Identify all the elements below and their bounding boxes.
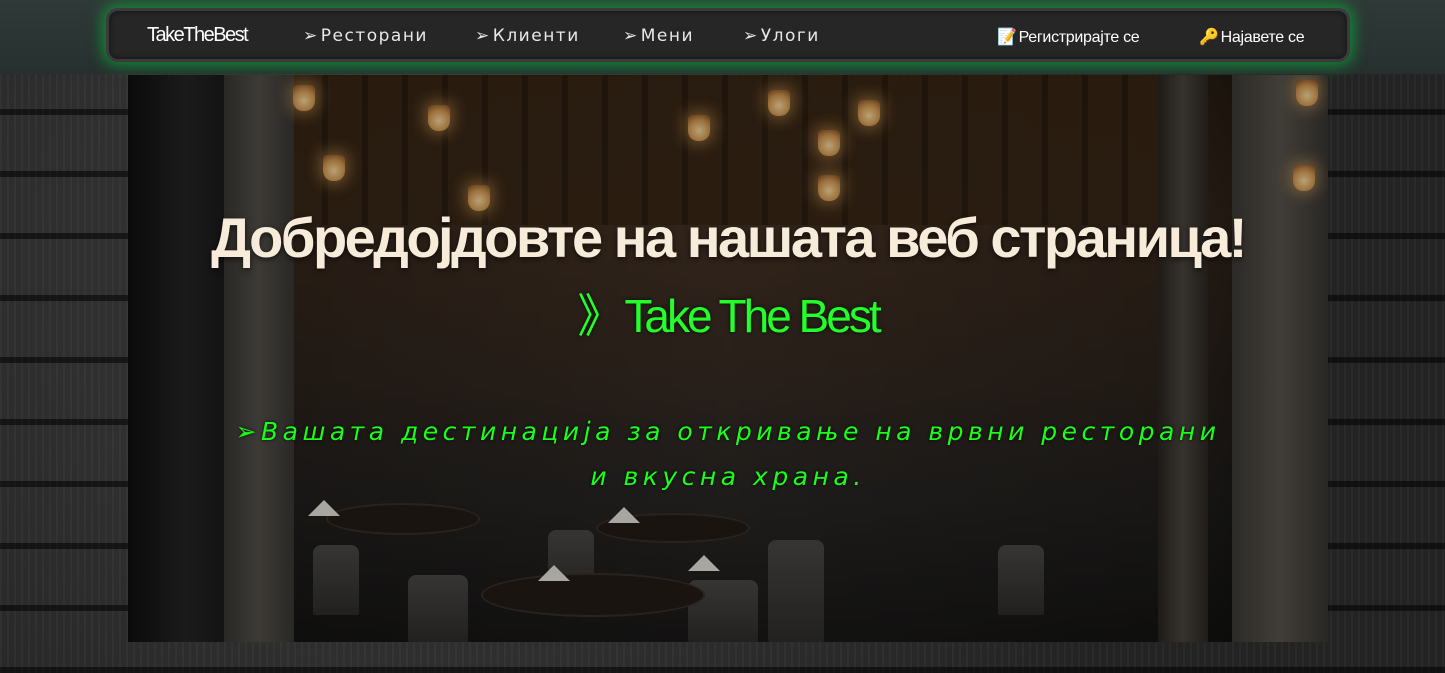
nav-link-label: Мени	[640, 26, 695, 46]
hero-brand: 》Take The Best	[128, 280, 1328, 346]
login-link[interactable]: 🔑 Најавете се	[1199, 27, 1305, 47]
arrow-icon: ➢	[475, 26, 491, 46]
arrow-icon: ➢	[303, 26, 319, 46]
hero-brand-name: Take The Best	[624, 290, 881, 342]
nav-link-label: Ресторани	[320, 26, 428, 46]
nav-link-restaurants[interactable]: ➢ Ресторани	[303, 26, 428, 46]
brand-logo-link[interactable]: TakeTheBest	[147, 24, 249, 47]
nav-link-label: Улоги	[760, 26, 820, 46]
key-icon: 🔑	[1199, 29, 1219, 46]
nav-link-label: Клиенти	[492, 26, 580, 46]
register-label: Регистрирајте се	[1018, 29, 1140, 46]
hero-overlay	[128, 75, 1328, 642]
nav-link-clients[interactable]: ➢ Клиенти	[475, 26, 580, 46]
arrow-icon: ➢	[623, 26, 639, 46]
hero-tagline-text: Вашата дестинација за откривање на врвни…	[260, 417, 1221, 491]
hero-tagline: ➢Вашата дестинација за откривање на врвн…	[220, 409, 1236, 499]
double-chevron-icon: 》	[577, 290, 623, 342]
nav-link-menu[interactable]: ➢ Мени	[623, 26, 694, 46]
nav-link-roles[interactable]: ➢ Улоги	[743, 26, 820, 46]
memo-icon: 📝	[997, 29, 1017, 46]
hero-section: Добредојдовте на нашата веб страница! 》T…	[128, 75, 1328, 642]
arrow-icon: ➢	[235, 417, 261, 446]
arrow-icon: ➢	[743, 26, 759, 46]
register-link[interactable]: 📝 Регистрирајте се	[997, 27, 1140, 47]
hero-title: Добредојдовте на нашата веб страница!	[211, 206, 1247, 269]
login-label: Најавете се	[1220, 29, 1305, 46]
navbar: TakeTheBest ➢ Ресторани ➢ Клиенти ➢ Мени ➢ У…	[106, 8, 1350, 62]
